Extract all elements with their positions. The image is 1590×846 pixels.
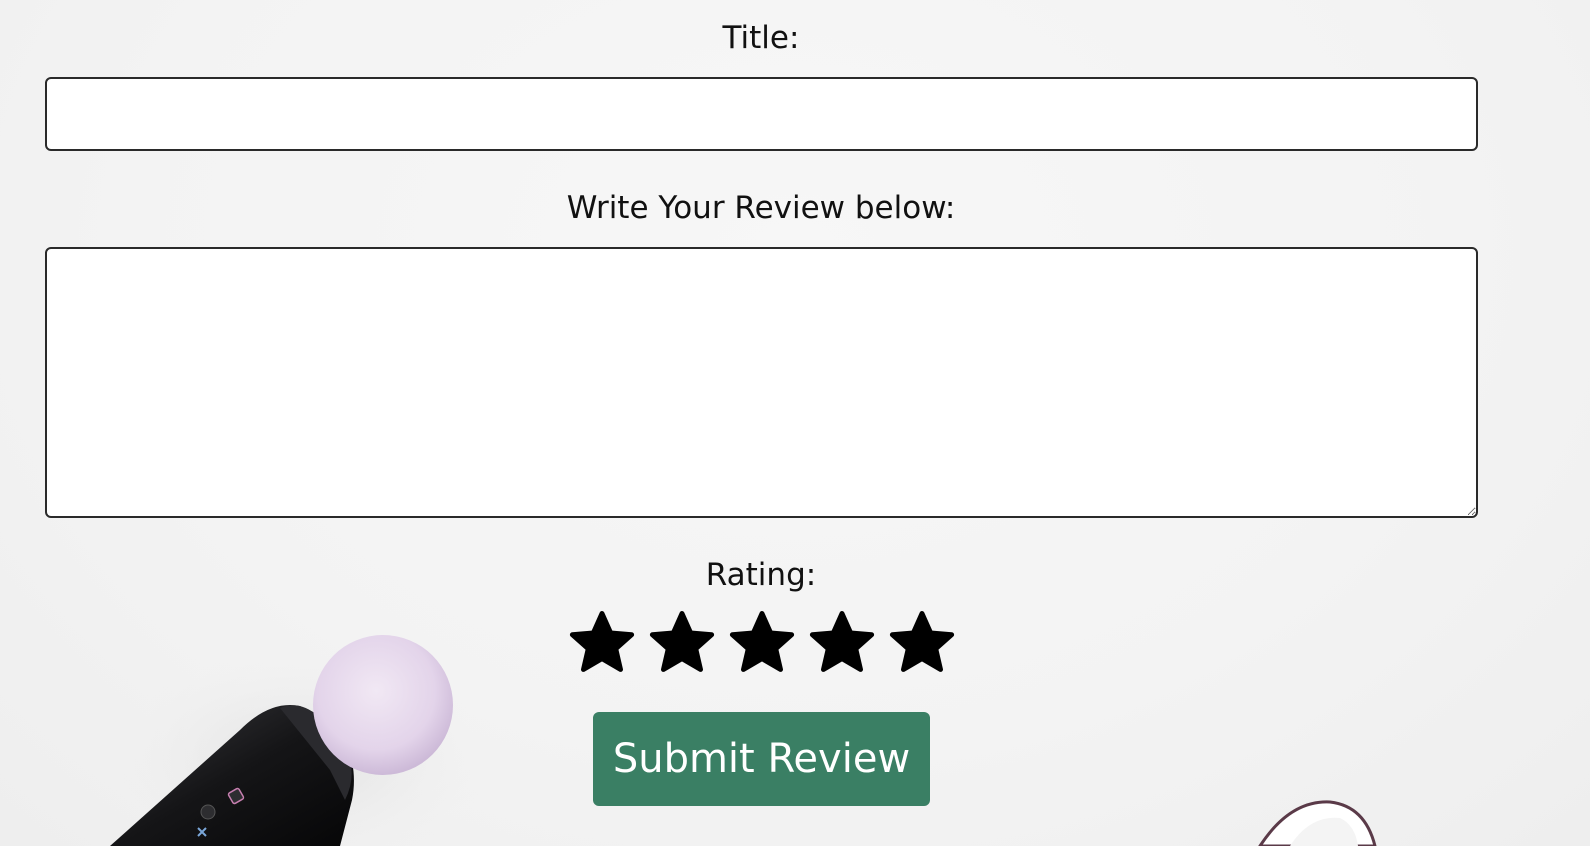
title-label: Title: (722, 20, 800, 56)
star-icon[interactable] (886, 608, 958, 680)
review-form: Title: Write Your Review below: Rating: … (0, 0, 1590, 846)
star-icon[interactable] (726, 608, 798, 680)
rating-label: Rating: (705, 557, 817, 593)
review-textarea[interactable] (45, 247, 1478, 518)
star-icon[interactable] (566, 608, 638, 680)
star-rating (566, 608, 958, 680)
title-input[interactable] (45, 77, 1478, 151)
star-icon[interactable] (646, 608, 718, 680)
submit-review-button[interactable]: Submit Review (593, 712, 930, 806)
star-icon[interactable] (806, 608, 878, 680)
review-label: Write Your Review below: (566, 190, 956, 226)
